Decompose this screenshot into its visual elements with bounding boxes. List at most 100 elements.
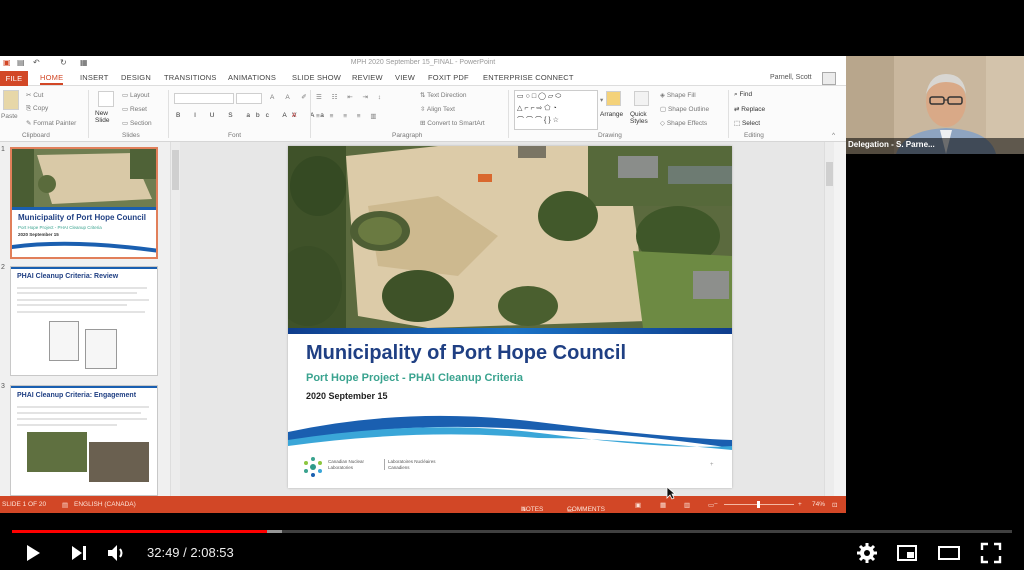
- replace-label: Replace: [741, 106, 766, 113]
- language-status[interactable]: ENGLISH (CANADA): [74, 501, 136, 508]
- played-bar: [12, 530, 267, 533]
- select-button[interactable]: ⬚ Select: [734, 119, 760, 127]
- arrange-button[interactable]: Arrange: [600, 111, 623, 118]
- group-editing: Editing: [744, 132, 764, 139]
- current-time: 32:49: [147, 545, 180, 560]
- font-style-buttons[interactable]: B I U S abc AV Aa: [176, 112, 330, 119]
- thumbnail-slide-3[interactable]: PHAI Cleanup Criteria: Engagement: [10, 385, 158, 496]
- tab-view[interactable]: VIEW: [395, 73, 415, 82]
- reset-icon: ▭: [122, 106, 130, 113]
- slide-sorter-icon[interactable]: ▦: [660, 501, 666, 509]
- canvas-scrollbar[interactable]: [824, 142, 834, 496]
- font-name-select[interactable]: [174, 93, 234, 104]
- slide-wave-graphic: [288, 415, 732, 450]
- tab-animations[interactable]: ANIMATIONS: [228, 73, 276, 82]
- format-painter-button[interactable]: ✎ Format Painter: [26, 119, 76, 127]
- zoom-out-icon[interactable]: −: [714, 501, 718, 508]
- shape-fill-button[interactable]: ◈ Shape Fill: [660, 91, 696, 99]
- play-icon: [27, 545, 40, 561]
- document-image: [85, 329, 117, 369]
- cut-button[interactable]: ✂ Cut: [26, 91, 43, 99]
- photo-image: [27, 432, 87, 472]
- zoom-slider-thumb[interactable]: [757, 501, 760, 508]
- slide-1[interactable]: Municipality of Port Hope Council Port H…: [288, 146, 732, 488]
- aerial-site-photo: [288, 146, 732, 328]
- list-buttons[interactable]: ☰ ☷ ⇤ ⇥ ↕: [316, 93, 385, 101]
- shapes-gallery[interactable]: ▭○□◯▱⬭ △⌐⌐⇨⬠◔ ⌒⌒⌒{}☆: [514, 90, 598, 130]
- progress-bar[interactable]: [12, 530, 1012, 533]
- shapes-more-icon[interactable]: ▾: [600, 96, 603, 104]
- document-image: [49, 321, 79, 361]
- zoom-in-icon[interactable]: +: [798, 501, 802, 508]
- arrange-icon[interactable]: [606, 91, 621, 106]
- slide-subtitle[interactable]: Port Hope Project - PHAI Cleanup Criteri…: [306, 372, 523, 384]
- thumbnails-scrollbar[interactable]: [170, 142, 180, 496]
- reset-button[interactable]: ▭ Reset: [122, 105, 147, 113]
- slide-title[interactable]: Municipality of Port Hope Council: [306, 342, 626, 365]
- zoom-level[interactable]: 74%: [812, 501, 825, 508]
- align-text-button[interactable]: ⇳ Align Text: [420, 105, 455, 113]
- smartart-button[interactable]: ⊞ Convert to SmartArt: [420, 119, 485, 127]
- user-name[interactable]: Parnell, Scott: [770, 74, 812, 81]
- find-button[interactable]: ⌕ Find: [734, 91, 752, 99]
- copy-icon: ⎘: [26, 105, 34, 112]
- settings-button[interactable]: [855, 541, 879, 565]
- normal-view-icon[interactable]: ▣: [635, 501, 641, 509]
- quick-styles-icon[interactable]: [634, 91, 649, 106]
- tab-file[interactable]: FILE: [0, 71, 28, 86]
- tab-enterprise-connect[interactable]: ENTERPRISE CONNECT: [483, 73, 574, 82]
- miniplayer-button[interactable]: [895, 541, 919, 565]
- group-paragraph: Paragraph: [392, 132, 423, 139]
- mute-button[interactable]: [105, 541, 129, 565]
- shape-fill-label: Shape Fill: [666, 92, 696, 99]
- tab-review[interactable]: REVIEW: [352, 73, 383, 82]
- theater-mode-button[interactable]: [937, 541, 961, 565]
- scrollbar-thumb[interactable]: [826, 162, 833, 186]
- tab-design[interactable]: DESIGN: [121, 73, 151, 82]
- shape-outline-button[interactable]: ▢ Shape Outline: [660, 105, 709, 113]
- spellcheck-icon[interactable]: ▤: [62, 501, 68, 509]
- reading-view-icon[interactable]: ▥: [684, 501, 690, 509]
- section-button[interactable]: ▭ Section: [122, 119, 152, 127]
- slide-editing-canvas[interactable]: Municipality of Port Hope Council Port H…: [180, 142, 834, 496]
- layout-button[interactable]: ▭ Layout: [122, 91, 149, 99]
- copy-button[interactable]: ⎘ Copy: [26, 105, 48, 113]
- user-avatar-icon[interactable]: [822, 72, 836, 85]
- thumbnail-slide-2[interactable]: PHAI Cleanup Criteria: Review: [10, 266, 158, 376]
- text-line: [17, 418, 147, 420]
- play-button[interactable]: [20, 541, 44, 565]
- new-slide-icon[interactable]: [98, 91, 114, 107]
- fullscreen-button[interactable]: [979, 541, 1003, 565]
- cut-label: Cut: [33, 92, 44, 99]
- collapse-ribbon-icon[interactable]: ^: [832, 132, 835, 139]
- status-bar: SLIDE 1 OF 20 ▤ ENGLISH (CANADA) ≙ NOTES…: [0, 496, 846, 513]
- paste-button[interactable]: Paste: [1, 113, 18, 120]
- tab-transitions[interactable]: TRANSITIONS: [164, 73, 217, 82]
- tab-insert[interactable]: INSERT: [80, 73, 109, 82]
- video-player[interactable]: ▣ ▤ ↶ ↻ ▦ MPH 2020 September 15_FINAL - …: [0, 0, 1024, 570]
- scrollbar-thumb[interactable]: [172, 150, 179, 190]
- fit-slide-icon[interactable]: ⊡: [832, 501, 837, 509]
- font-size-select[interactable]: [236, 93, 262, 104]
- tab-foxit-pdf[interactable]: FOXIT PDF: [428, 73, 469, 82]
- tab-home[interactable]: HOME: [40, 73, 64, 85]
- tab-slide-show[interactable]: SLIDE SHOW: [292, 73, 341, 82]
- text-direction-button[interactable]: ⇅ Text Direction: [420, 91, 467, 99]
- align-buttons[interactable]: ≡ ≡ ≡ ≡ ▥: [316, 112, 381, 120]
- new-slide-button[interactable]: New Slide: [95, 110, 119, 124]
- quick-styles-button[interactable]: Quick Styles: [630, 111, 654, 125]
- font-color-icon[interactable]: A: [292, 112, 296, 119]
- next-button[interactable]: [67, 541, 91, 565]
- text-line: [17, 311, 145, 313]
- thumbnail-slide-1[interactable]: Municipality of Port Hope Council Port H…: [10, 147, 158, 259]
- paste-icon[interactable]: [3, 90, 19, 110]
- slide-date[interactable]: 2020 September 15: [306, 391, 388, 401]
- replace-button[interactable]: ⇄ Replace: [734, 105, 765, 113]
- notes-label: NOTES: [521, 506, 544, 513]
- shape-effects-button[interactable]: ◇ Shape Effects: [660, 119, 707, 127]
- photo-image: [89, 442, 149, 482]
- window-title: MPH 2020 September 15_FINAL - PowerPoint: [350, 59, 496, 66]
- volume-icon: [108, 545, 117, 561]
- font-size-grow-icon[interactable]: A A ✐: [270, 93, 312, 101]
- align-text-label: Align Text: [426, 106, 455, 113]
